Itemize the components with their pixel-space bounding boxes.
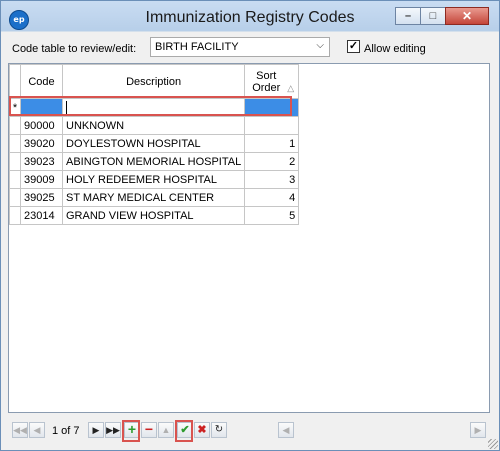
scroll-left-button[interactable]: ◀: [278, 422, 294, 438]
row-selector[interactable]: [9, 188, 21, 207]
record-navigator: ◀◀ ◀ 1 of 7 ▶ ▶▶ + − ▲ ✔ ✖ ↻ ◀ ▶: [8, 422, 490, 442]
resize-grip[interactable]: [488, 439, 498, 449]
move-up-icon: ▲: [161, 425, 171, 435]
move-up-button[interactable]: ▲: [158, 422, 174, 438]
save-button-highlight: [175, 420, 193, 442]
row-selector[interactable]: [9, 152, 21, 171]
scroll-right-icon: ▶: [474, 425, 482, 435]
new-row-description-cell[interactable]: [61, 98, 246, 117]
record-position: 1 of 7: [52, 425, 80, 437]
row-selector[interactable]: [9, 206, 21, 225]
table-row[interactable]: 90000 UNKNOWN: [9, 116, 300, 135]
first-icon: ◀◀: [13, 425, 27, 435]
text-caret: [66, 101, 67, 114]
code-cell[interactable]: 39020: [20, 134, 63, 153]
sort-order-cell[interactable]: 5: [244, 206, 300, 225]
scroll-right-button[interactable]: ▶: [470, 422, 486, 438]
code-cell[interactable]: 90000: [20, 116, 63, 135]
next-record-button[interactable]: ▶: [88, 422, 104, 438]
table-row[interactable]: 39023 ABINGTON MEMORIAL HOSPITAL 2: [9, 152, 300, 171]
prev-icon: ◀: [33, 425, 41, 435]
sort-order-header-label: Sort Order: [252, 69, 281, 94]
close-button[interactable]: ✕: [445, 7, 489, 25]
column-header-sort-order[interactable]: Sort Order △: [244, 64, 300, 99]
last-icon: ▶▶: [106, 425, 120, 435]
title-bar[interactable]: ep Immunization Registry Codes – □ ✕: [1, 1, 499, 35]
description-cell[interactable]: ABINGTON MEMORIAL HOSPITAL: [61, 152, 246, 171]
delete-record-button[interactable]: −: [141, 422, 157, 438]
sort-order-cell[interactable]: [244, 116, 300, 135]
description-cell[interactable]: GRAND VIEW HOSPITAL: [61, 206, 246, 225]
add-button-highlight: [122, 420, 140, 442]
close-icon: ✕: [461, 9, 473, 23]
description-cell[interactable]: ST MARY MEDICAL CENTER: [61, 188, 246, 207]
cancel-edit-button[interactable]: ✖: [194, 422, 210, 438]
sort-order-cell[interactable]: 1: [244, 134, 300, 153]
table-row[interactable]: 23014 GRAND VIEW HOSPITAL 5: [9, 206, 300, 225]
codes-table: Code Description Sort Order △ * 90000 UNKN…: [9, 64, 300, 225]
code-cell[interactable]: 39009: [20, 170, 63, 189]
sort-order-cell[interactable]: 4: [244, 188, 300, 207]
sort-order-cell[interactable]: 3: [244, 170, 300, 189]
previous-record-button[interactable]: ◀: [29, 422, 45, 438]
code-cell[interactable]: 39023: [20, 152, 63, 171]
sort-order-cell[interactable]: 2: [244, 152, 300, 171]
codes-grid[interactable]: Code Description Sort Order △ * 90000 UNKN…: [8, 63, 490, 413]
table-row[interactable]: 39009 HOLY REDEEMER HOSPITAL 3: [9, 170, 300, 189]
code-cell[interactable]: 23014: [20, 206, 63, 225]
row-selector[interactable]: [9, 170, 21, 189]
cancel-icon: ✖: [197, 424, 207, 436]
maximize-button[interactable]: □: [420, 7, 446, 25]
code-table-label: Code table to review/edit:: [12, 43, 137, 55]
next-icon: ▶: [92, 425, 100, 435]
allow-editing-checkbox[interactable]: ✓: [347, 40, 360, 53]
delete-icon: −: [144, 421, 154, 437]
first-record-button[interactable]: ◀◀: [12, 422, 28, 438]
code-table-selected-value: BIRTH FACILITY: [155, 41, 239, 53]
new-row-sort-cell[interactable]: [244, 98, 300, 117]
minimize-button[interactable]: –: [395, 7, 421, 25]
code-cell[interactable]: 39025: [20, 188, 63, 207]
last-record-button[interactable]: ▶▶: [105, 422, 121, 438]
new-row[interactable]: *: [9, 98, 300, 117]
table-row[interactable]: 39025 ST MARY MEDICAL CENTER 4: [9, 188, 300, 207]
code-table-select[interactable]: BIRTH FACILITY ⌵: [150, 37, 330, 57]
new-row-code-cell[interactable]: [20, 98, 63, 117]
new-row-marker: *: [9, 98, 21, 117]
description-cell[interactable]: UNKNOWN: [61, 116, 246, 135]
row-selector[interactable]: [9, 134, 21, 153]
description-cell[interactable]: HOLY REDEEMER HOSPITAL: [61, 170, 246, 189]
chevron-down-icon: ⌵: [316, 40, 324, 51]
row-selector-header: [9, 64, 21, 99]
column-header-code[interactable]: Code: [20, 64, 63, 99]
table-row[interactable]: 39020 DOYLESTOWN HOSPITAL 1: [9, 134, 300, 153]
row-selector[interactable]: [9, 116, 21, 135]
column-header-description[interactable]: Description: [61, 64, 246, 99]
minimize-icon: –: [404, 10, 412, 22]
refresh-icon: ↻: [214, 424, 224, 435]
scroll-left-icon: ◀: [282, 425, 290, 435]
allow-editing-label[interactable]: Allow editing: [364, 43, 426, 55]
maximize-icon: □: [429, 10, 437, 22]
refresh-button[interactable]: ↻: [211, 422, 227, 438]
sort-ascending-icon: △: [287, 82, 295, 93]
description-cell[interactable]: DOYLESTOWN HOSPITAL: [61, 134, 246, 153]
